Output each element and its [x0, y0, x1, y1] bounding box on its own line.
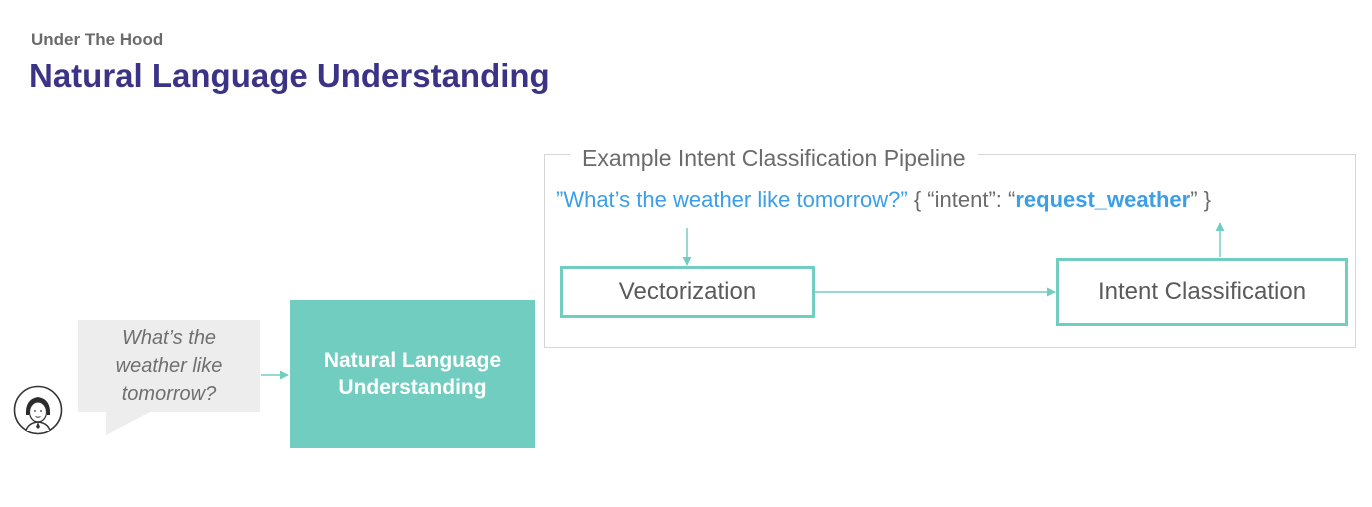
connector-arrows [261, 222, 1225, 380]
